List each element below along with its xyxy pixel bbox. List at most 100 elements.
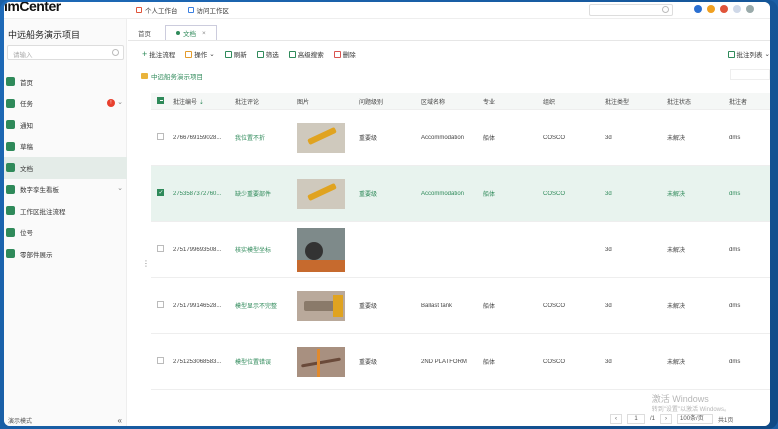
tab-home[interactable]: 首页: [128, 25, 161, 40]
drag-handle-icon[interactable]: ⋮: [142, 259, 150, 268]
org-cell: COSCO: [543, 134, 566, 141]
row-checkbox[interactable]: [157, 133, 164, 140]
help-icon[interactable]: [694, 5, 702, 13]
parts-icon: [6, 249, 15, 259]
personal-workbench-link[interactable]: 个人工作台: [136, 5, 178, 15]
delete-button[interactable]: 删除: [333, 49, 356, 59]
visit-workspace-link[interactable]: 访问工作区: [187, 5, 229, 15]
user-cell: dms: [729, 246, 741, 253]
org-cell: COSCO: [543, 302, 566, 309]
advanced-search-icon: [288, 50, 296, 58]
annotation-no: 2751799146528...: [173, 302, 222, 309]
chevron-down-icon: ⌄: [764, 51, 770, 58]
task-icon: [6, 98, 15, 108]
sidebar-item-parts[interactable]: 零部件展示: [4, 243, 127, 265]
level-cell: 重要级: [359, 360, 378, 366]
advanced-search-button[interactable]: 高级搜索: [288, 49, 324, 59]
type-cell: 3d: [605, 190, 612, 197]
sidebar-item-workflow[interactable]: 工作区批注流程: [4, 200, 127, 222]
annotation-comment-link[interactable]: 模型显示不完整: [235, 301, 297, 310]
table-row[interactable]: 2753587372760... 缺少重要部件 重要级 Accommodatio…: [151, 166, 770, 222]
annotation-no: 2751253068583...: [173, 358, 222, 365]
row-checkbox[interactable]: [157, 245, 164, 252]
breadcrumb[interactable]: 中远船务演示项目: [141, 71, 203, 81]
chevron-down-icon: ⌄: [209, 51, 215, 58]
page-input[interactable]: 1: [627, 414, 645, 424]
workbench-icon: [136, 7, 142, 13]
select-all-checkbox[interactable]: [157, 96, 164, 104]
annotation-no: 2753587372760...: [173, 190, 222, 197]
filter-button[interactable]: 筛选: [256, 49, 279, 59]
sidebar-item-dashboard[interactable]: 数字孪生看板 ⌄: [4, 179, 127, 201]
annotation-comment-link[interactable]: 模型位置错误: [235, 357, 297, 366]
message-icon[interactable]: [733, 5, 741, 13]
view-toggle[interactable]: [730, 69, 770, 80]
header-area: 区域名称: [421, 99, 446, 106]
table-row[interactable]: 2766769159028... 我位置不折 重要级 Accommodation…: [151, 110, 770, 166]
header-image: 图片: [297, 99, 310, 106]
notification-icon[interactable]: [720, 5, 728, 13]
annotate-flow-button[interactable]: + 批注流程: [142, 49, 175, 59]
table-row[interactable]: 2751253068583... 模型位置错误 重要级 2ND PLATFORM…: [151, 334, 770, 390]
table-row[interactable]: 2751799693508... 核实模型坐标 3d 未解决 dms: [151, 222, 770, 278]
active-dot-icon: [176, 31, 180, 35]
annotation-thumbnail[interactable]: [297, 178, 345, 209]
collapse-icon[interactable]: «: [118, 416, 122, 425]
tag-icon: [6, 227, 15, 237]
tab-document[interactable]: 文档 ×: [165, 25, 217, 40]
screen: imCenter 个人工作台 访问工作区 中远船务演示项目 请输入 首页 任务 …: [4, 2, 770, 426]
alert-badge: !: [107, 98, 115, 107]
user-cell: dms: [729, 134, 741, 141]
search-icon: [112, 49, 119, 56]
annotation-no: 2751799693508...: [173, 246, 222, 253]
list-icon: [727, 50, 735, 58]
row-checkbox[interactable]: [157, 189, 164, 196]
top-search-input[interactable]: [589, 4, 673, 16]
avatar[interactable]: [746, 5, 754, 13]
annotation-comment-link[interactable]: 缺少重要部件: [235, 189, 297, 198]
sidebar-item-draft[interactable]: 草稿: [4, 136, 127, 158]
area-cell: Accommodation: [421, 134, 465, 141]
operate-button[interactable]: 操作 ⌄: [185, 49, 215, 59]
table-row[interactable]: 2751799146528... 模型显示不完整 重要级 Ballast tan…: [151, 278, 770, 334]
row-checkbox[interactable]: [157, 357, 164, 364]
area-cell: 2ND PLATFORM: [421, 358, 467, 365]
top-icons: [694, 5, 754, 13]
column-list-button[interactable]: 批注列表 ⌄: [727, 49, 770, 59]
header-status: 批注状态: [667, 99, 692, 106]
sidebar-search-input[interactable]: 请输入: [7, 45, 124, 60]
major-cell: 船体: [483, 136, 496, 142]
level-cell: 重要级: [359, 192, 378, 198]
sidebar-item-task[interactable]: 任务! ⌄: [4, 93, 127, 115]
header-no[interactable]: 批注编号 ⇣: [173, 97, 235, 106]
page-size-select[interactable]: 100条/页: [677, 414, 714, 424]
annotation-thumbnail[interactable]: [297, 122, 345, 153]
row-checkbox[interactable]: [157, 301, 164, 308]
annotation-comment-link[interactable]: 核实模型坐标: [235, 245, 297, 254]
sidebar-item-tag[interactable]: 位号: [4, 222, 127, 244]
annotation-thumbnail[interactable]: [297, 346, 345, 377]
annotation-thumbnail[interactable]: [297, 227, 345, 272]
sidebar-item-home[interactable]: 首页: [4, 71, 127, 93]
sidebar-item-notice[interactable]: 通知: [4, 114, 127, 136]
annotation-thumbnail[interactable]: [297, 290, 345, 321]
annotation-no: 2766769159028...: [173, 134, 222, 141]
workspace-icon: [187, 7, 194, 13]
refresh-button[interactable]: 刷新: [224, 49, 247, 59]
user-cell: dms: [729, 358, 741, 365]
chevron-down-icon: ⌄: [117, 184, 123, 192]
tab-bar: 首页 文档 ×: [128, 25, 770, 41]
theme-icon[interactable]: [707, 5, 715, 13]
refresh-icon: [224, 50, 232, 58]
level-cell: 重要级: [359, 136, 378, 142]
annotation-comment-link[interactable]: 我位置不折: [235, 133, 297, 142]
prev-page-button[interactable]: ‹: [610, 414, 622, 424]
header-comment: 批注评论: [235, 99, 260, 106]
status-cell: 未解决: [667, 304, 686, 310]
sidebar-item-document[interactable]: 文档: [4, 157, 127, 179]
filter-icon: [256, 50, 264, 58]
org-cell: COSCO: [543, 358, 566, 365]
close-icon[interactable]: ×: [202, 30, 206, 37]
next-page-button[interactable]: ›: [660, 414, 673, 424]
trash-icon: [333, 50, 341, 58]
